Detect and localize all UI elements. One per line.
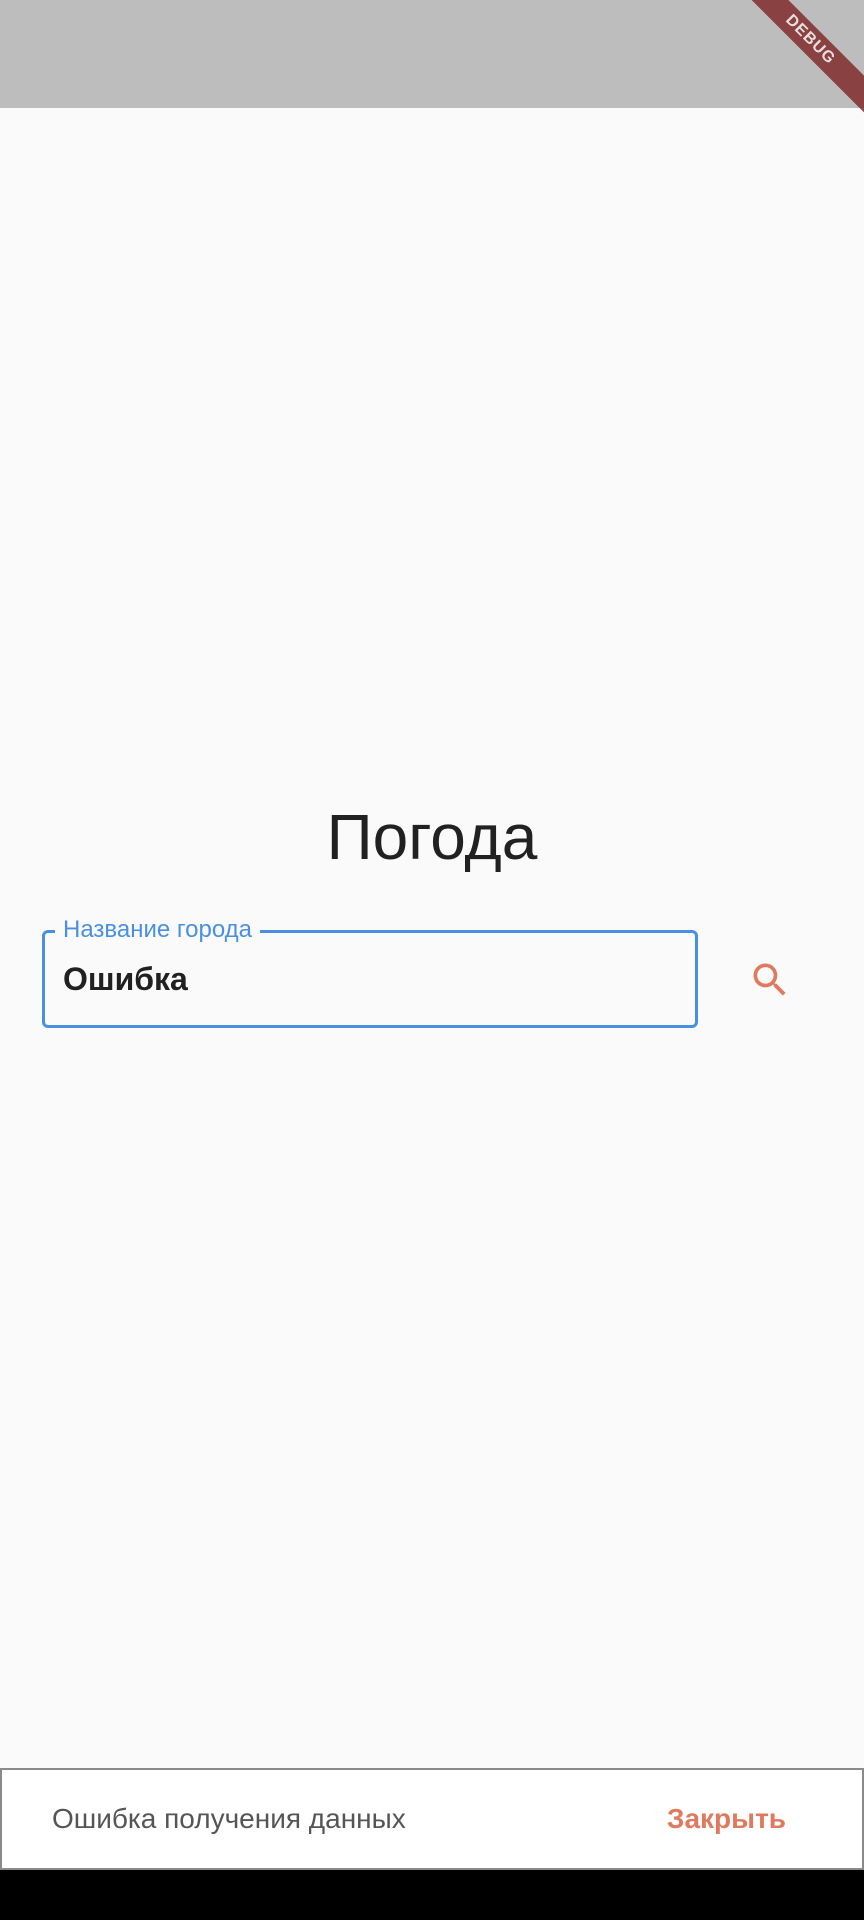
status-bar (0, 0, 864, 108)
search-icon (753, 963, 786, 996)
page-title: Погода (326, 801, 538, 873)
city-name-input[interactable] (63, 951, 663, 1007)
error-snackbar: Ошибка получения данных Закрыть (0, 1768, 864, 1870)
navigation-bar (0, 1870, 864, 1920)
city-name-label: Название города (55, 916, 261, 944)
search-button[interactable] (740, 950, 800, 1010)
snackbar-message: Ошибка получения данных (52, 1803, 406, 1834)
close-snackbar-button[interactable]: Закрыть (667, 1770, 786, 1868)
city-name-field[interactable]: Название города (42, 916, 698, 1028)
